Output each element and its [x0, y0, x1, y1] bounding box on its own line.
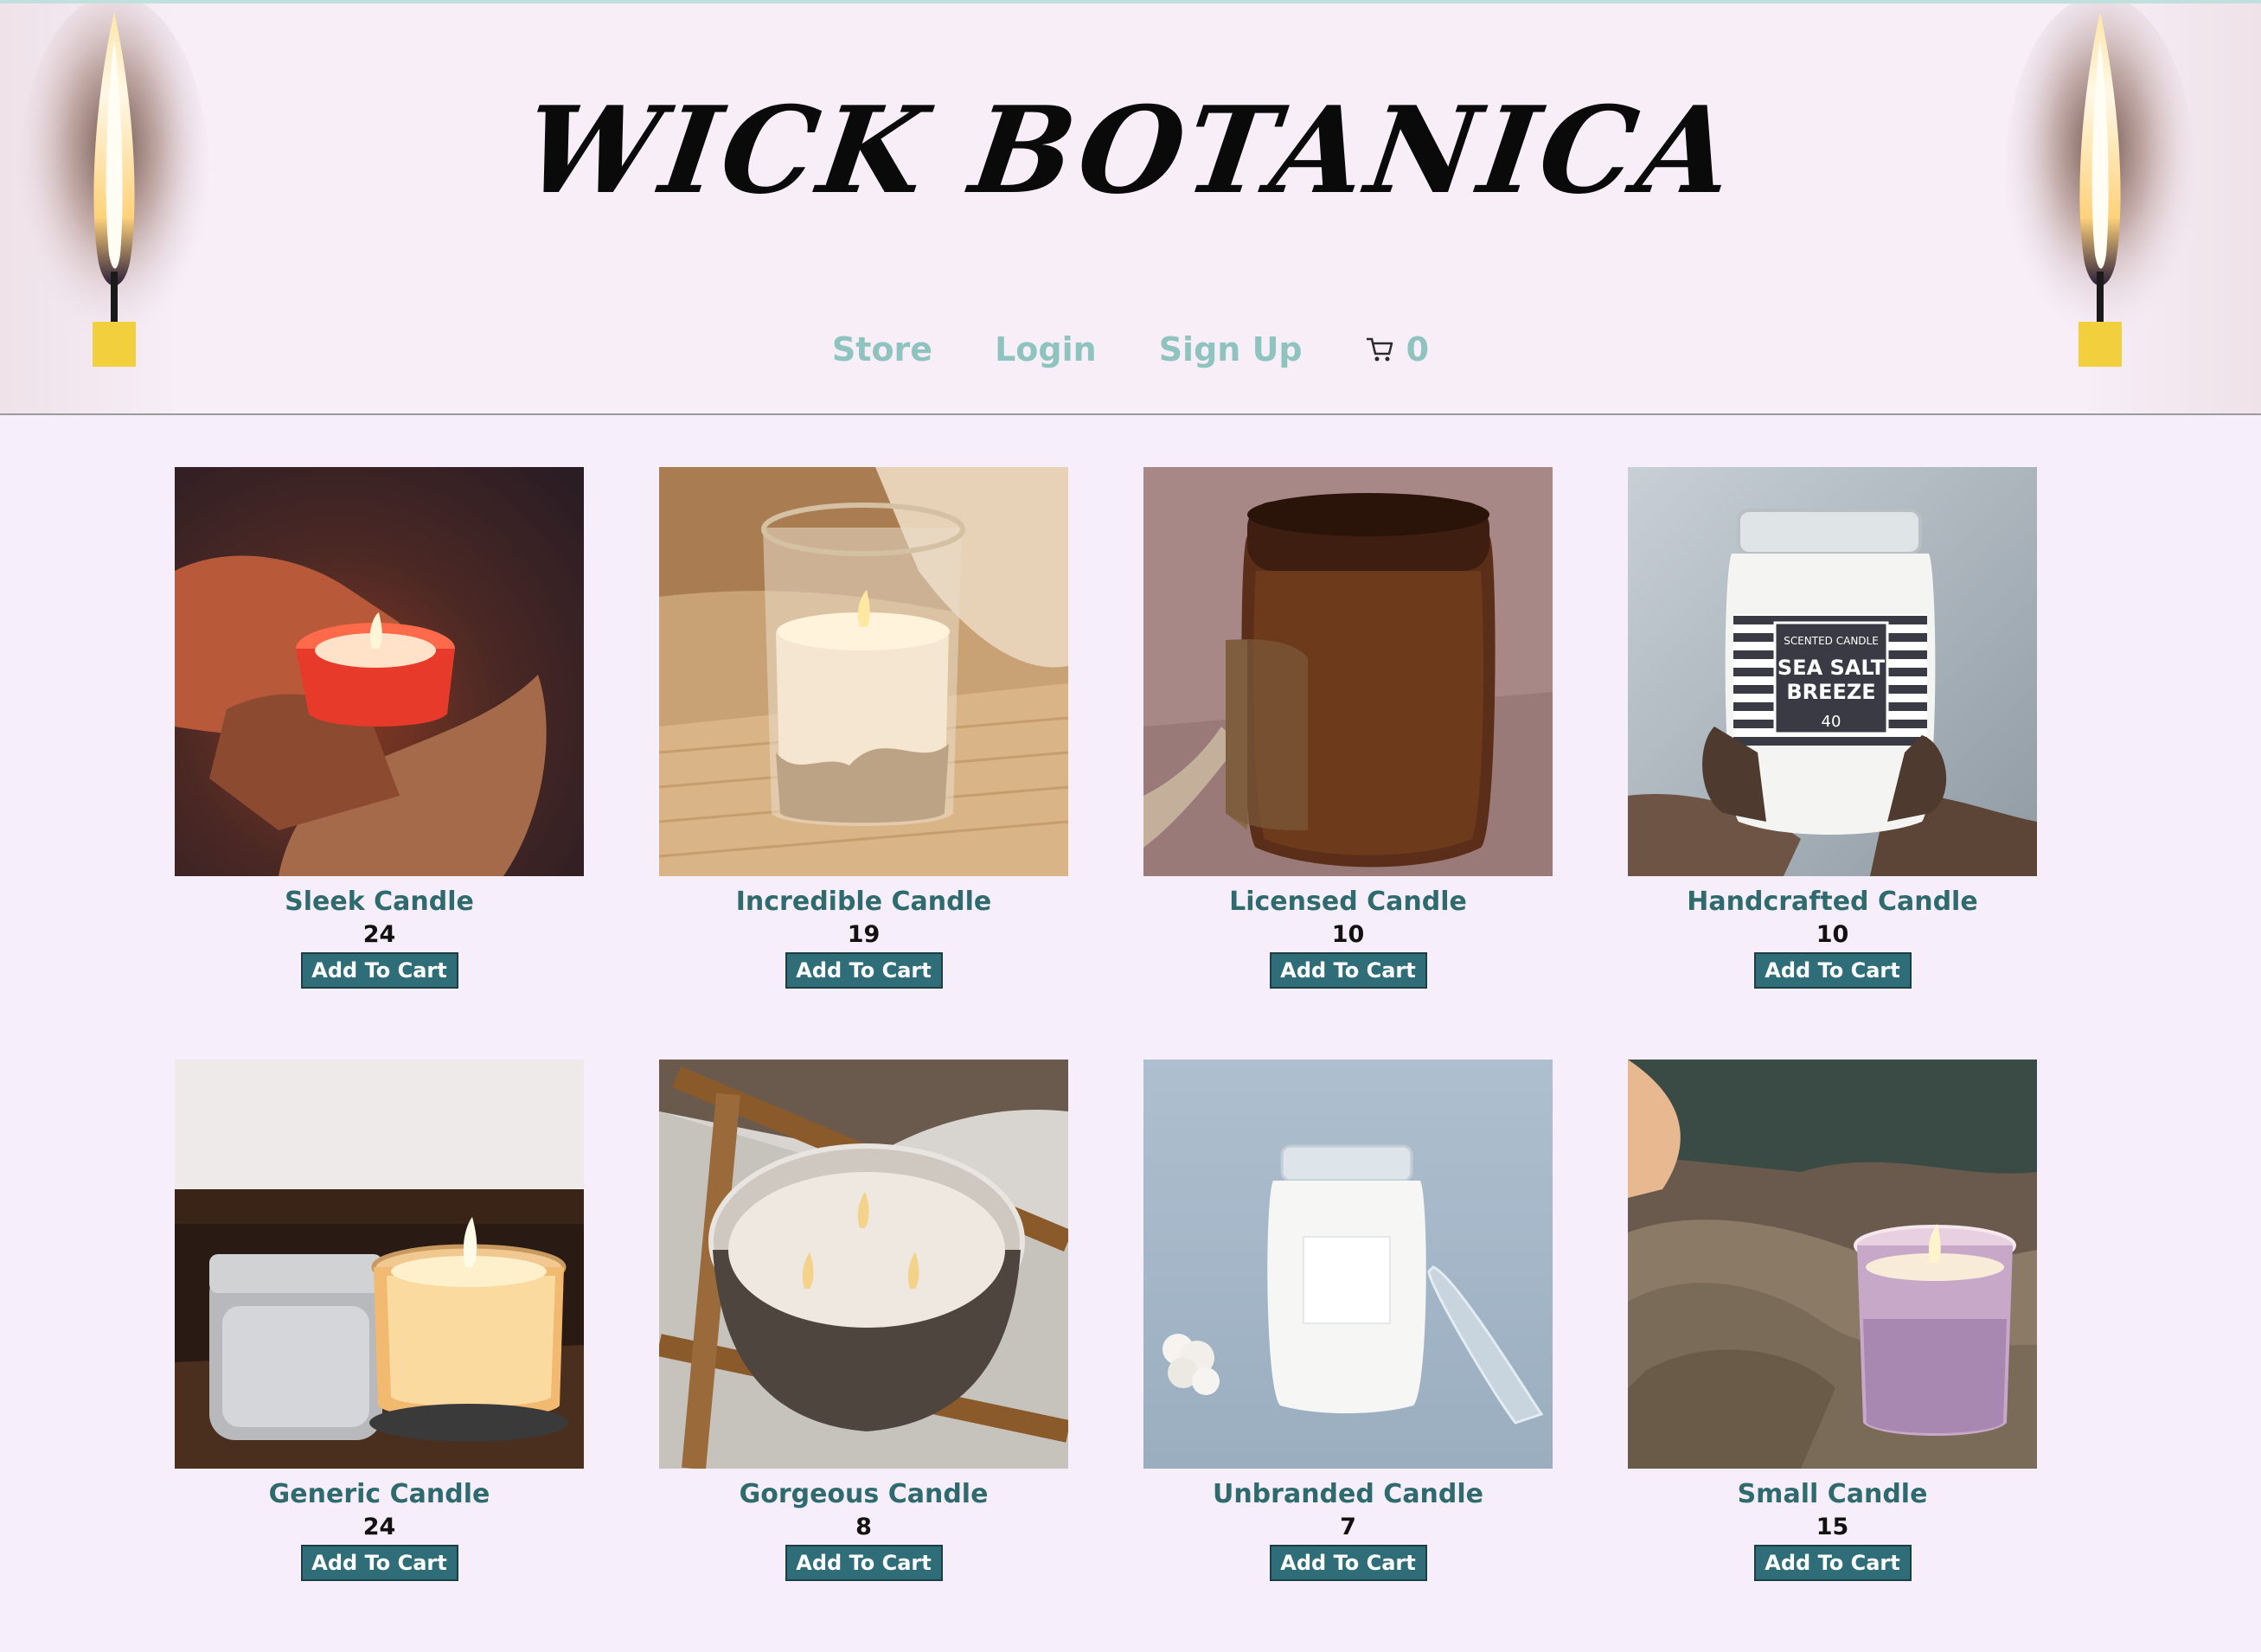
product-stock: 10	[1331, 921, 1365, 948]
cart-icon	[1365, 336, 1394, 362]
product-card: Generic Candle 24 Add To Cart	[175, 1060, 584, 1652]
add-to-cart-button[interactable]: Add To Cart	[300, 1545, 458, 1581]
product-card: Small Candle 15 Add To Cart	[1628, 1060, 2037, 1652]
product-stock: 15	[1816, 1514, 1849, 1540]
product-name[interactable]: Unbranded Candle	[1213, 1477, 1483, 1512]
product-card: Gorgeous Candle 8 Add To Cart	[659, 1060, 1068, 1652]
product-stock: 7	[1340, 1514, 1356, 1540]
site-title: WICK BOTANICA	[516, 80, 1745, 221]
jar-label-line2: SEA SALT	[1777, 656, 1886, 680]
product-image[interactable]	[175, 467, 584, 876]
add-to-cart-button[interactable]: Add To Cart	[1269, 1545, 1427, 1581]
nav-login-link[interactable]: Login	[995, 330, 1097, 368]
product-card: Licensed Candle 10 Add To Cart	[1143, 467, 1553, 1060]
jar-label-line1: SCENTED CANDLE	[1784, 635, 1879, 647]
add-to-cart-button[interactable]: Add To Cart	[1753, 1545, 1912, 1581]
add-to-cart-button[interactable]: Add To Cart	[785, 1545, 943, 1581]
product-name[interactable]: Handcrafted Candle	[1687, 885, 1977, 919]
product-card: Sleek Candle 24 Add To Cart	[175, 467, 584, 1060]
product-name[interactable]: Licensed Candle	[1229, 885, 1467, 919]
add-to-cart-button[interactable]: Add To Cart	[300, 952, 458, 989]
product-card: SCENTED CANDLE SEA SALT BREEZE 40 Handcr…	[1628, 467, 2037, 1060]
site-header: WICK BOTANICA Store Login Sign Up 0	[0, 3, 2261, 415]
jar-label-line4: 40	[1822, 713, 1841, 731]
add-to-cart-button[interactable]: Add To Cart	[1753, 952, 1912, 989]
cart-count: 0	[1406, 330, 1430, 368]
product-stock: 19	[847, 921, 881, 948]
add-to-cart-button[interactable]: Add To Cart	[785, 952, 943, 989]
nav-cart-link[interactable]: 0	[1365, 330, 1429, 368]
product-name[interactable]: Gorgeous Candle	[740, 1477, 989, 1512]
add-to-cart-button[interactable]: Add To Cart	[1269, 952, 1427, 989]
nav-store-link[interactable]: Store	[832, 330, 932, 368]
product-stock: 10	[1816, 921, 1849, 948]
product-stock: 24	[362, 1514, 396, 1540]
product-image[interactable]: SCENTED CANDLE SEA SALT BREEZE 40	[1628, 467, 2037, 876]
product-image[interactable]	[659, 1060, 1068, 1469]
jar-label-line3: BREEZE	[1786, 680, 1875, 704]
product-image[interactable]	[1628, 1060, 2037, 1469]
product-name[interactable]: Generic Candle	[269, 1477, 490, 1512]
product-image[interactable]	[175, 1060, 584, 1469]
nav-signup-link[interactable]: Sign Up	[1159, 330, 1303, 368]
product-stock: 24	[362, 921, 396, 948]
product-name[interactable]: Sleek Candle	[285, 885, 474, 919]
product-image[interactable]	[659, 467, 1068, 876]
product-image[interactable]	[1143, 467, 1553, 876]
product-name[interactable]: Incredible Candle	[736, 885, 991, 919]
product-image[interactable]	[1143, 1060, 1553, 1469]
product-card: Unbranded Candle 7 Add To Cart	[1143, 1060, 1553, 1652]
product-grid: Sleek Candle 24 Add To Cart Incredible C…	[175, 467, 2037, 1652]
main-nav: Store Login Sign Up 0	[0, 330, 2261, 368]
product-card: Incredible Candle 19 Add To Cart	[659, 467, 1068, 1060]
product-name[interactable]: Small Candle	[1738, 1477, 1928, 1512]
product-stock: 8	[855, 1514, 872, 1540]
